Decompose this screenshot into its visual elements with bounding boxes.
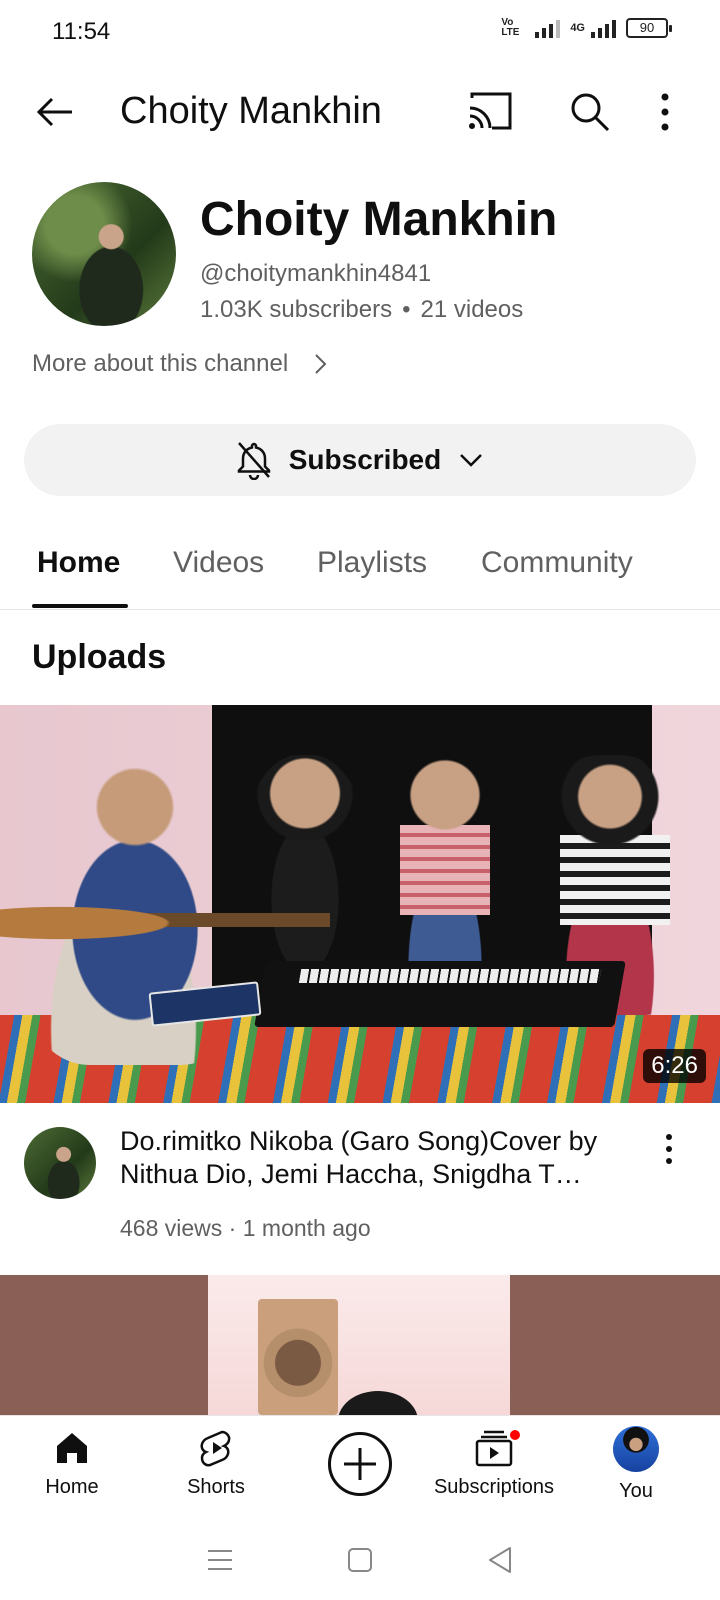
subscriber-count: 1.03K subscribers [200,296,393,323]
subscribed-label: Subscribed [288,444,442,475]
channel-tabs: Home Videos Playlists Community [0,520,720,610]
video-meta-separator: · [228,1215,237,1241]
app-bar: Choity Mankhin [0,72,720,152]
more-about-link[interactable]: More about this channel [32,350,332,378]
video-thumbnail[interactable]: 6:26 [0,705,720,1103]
create-plus-icon [344,1448,376,1480]
nav-subscriptions-label: Subscriptions [433,1476,555,1498]
channel-name: Choity Mankhin [200,193,558,246]
channel-avatar[interactable] [32,182,176,326]
video-age: 1 month ago [242,1215,371,1241]
tab-community[interactable]: Community [481,546,633,580]
battery-icon: 90 [626,18,672,38]
channel-stats: 1.03K subscribers • 21 videos [200,296,523,324]
signal-icon [535,18,561,38]
active-tab-indicator [32,604,128,608]
more-vert-icon [661,93,669,131]
nav-home-label: Home [45,1476,99,1498]
avatar [613,1426,659,1472]
channel-handle: @choitymankhin4841 [200,260,432,287]
more-options-button[interactable] [650,88,680,136]
back-arrow-icon [36,97,72,127]
network-type: 4G [570,22,585,34]
video-meta: 468 views · 1 month ago [120,1215,371,1242]
thumbnail-figure [338,1391,418,1415]
back-triangle-icon[interactable] [482,1542,518,1578]
status-icons: Vo LTE 4G 90 [501,17,672,38]
more-vert-icon [666,1134,672,1164]
video-count: 21 videos [420,296,524,323]
home-square-icon[interactable] [342,1542,378,1578]
thumbnail-frame [208,1275,510,1415]
system-nav-bar [0,1519,720,1600]
video-info[interactable]: Do.rimitko Nikoba (Garo Song)Cover by Ni… [0,1103,720,1243]
video-title[interactable]: Do.rimitko Nikoba (Garo Song)Cover by Ni… [120,1125,630,1191]
app-title: Choity Mankhin [120,90,382,132]
stats-separator: • [402,296,411,323]
video-duration: 6:26 [643,1049,706,1083]
nav-you-label: You [619,1480,653,1502]
create-button[interactable] [328,1432,392,1496]
tab-home[interactable]: Home [37,546,120,580]
video-more-button[interactable] [654,1129,684,1169]
subscribed-button[interactable]: Subscribed [24,424,696,496]
video-views: 468 views [120,1215,223,1241]
notification-badge [508,1428,522,1442]
chevron-down-icon [460,454,483,467]
battery-level: 90 [639,20,655,35]
cast-icon [469,92,512,130]
video-thumbnail-2[interactable] [0,1275,720,1415]
volte-indicator: Vo LTE [501,17,520,38]
back-button[interactable] [32,88,80,136]
tab-videos[interactable]: Videos [173,546,264,580]
thumbnail-door [258,1299,338,1415]
bottom-nav: Home Shorts Subscriptions You [0,1415,720,1519]
status-bar: 11:54 Vo LTE 4G 90 [0,0,720,64]
thumbnail-keys [298,969,602,983]
nav-subscriptions[interactable]: Subscriptions [422,1426,566,1516]
nav-you[interactable]: You [564,1426,708,1516]
cast-button[interactable] [468,90,516,134]
uploads-section-title: Uploads [32,638,167,676]
nav-shorts[interactable]: Shorts [144,1426,288,1516]
bell-off-icon [237,442,270,480]
nav-home[interactable]: Home [0,1426,144,1516]
thumbnail-guitar [0,883,330,963]
shorts-icon [200,1430,231,1467]
menu-icon[interactable] [202,1542,238,1578]
video-channel-avatar[interactable] [24,1127,96,1199]
more-about-label: More about this channel [32,350,289,377]
signal-icon-2 [591,18,616,38]
tab-playlists[interactable]: Playlists [317,546,427,580]
search-icon [571,93,610,132]
home-icon [57,1433,87,1463]
chevron-right-icon [315,354,327,374]
status-time: 11:54 [52,18,111,45]
search-button[interactable] [566,88,614,136]
nav-shorts-label: Shorts [187,1476,245,1498]
